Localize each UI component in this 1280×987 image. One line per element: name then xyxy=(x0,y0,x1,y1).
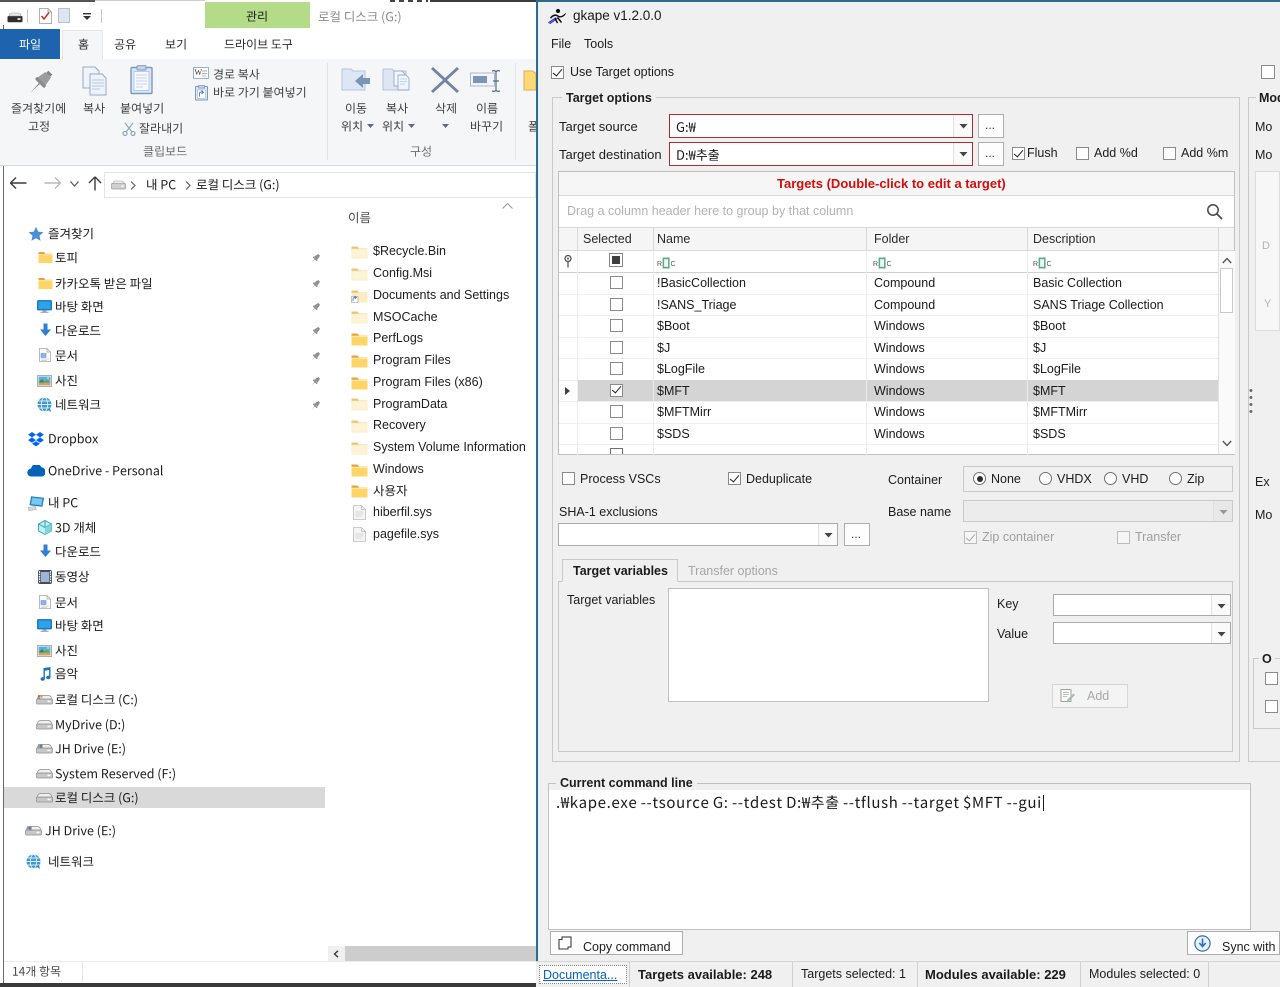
svg-text:W: W xyxy=(195,68,203,77)
svg-text:≡: ≡ xyxy=(27,826,29,830)
svg-text:R: R xyxy=(873,261,878,268)
svg-text:C: C xyxy=(671,261,676,268)
svg-text:R: R xyxy=(1033,261,1038,268)
svg-text:≡: ≡ xyxy=(38,744,40,748)
svg-text:R: R xyxy=(657,261,662,268)
svg-text:C: C xyxy=(1047,261,1052,268)
svg-text:C: C xyxy=(887,261,892,268)
